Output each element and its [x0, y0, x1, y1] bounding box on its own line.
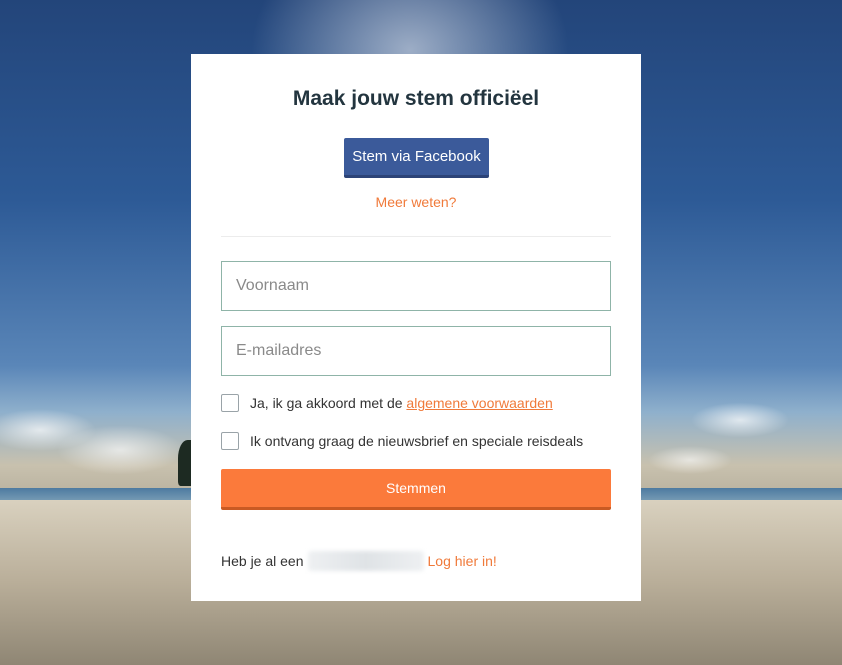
terms-checkbox[interactable] — [221, 394, 239, 412]
blurred-brand-text — [307, 551, 424, 571]
more-info-link[interactable]: Meer weten? — [191, 194, 641, 210]
terms-label: Ja, ik ga akkoord met de algemene voorwa… — [250, 395, 553, 411]
newsletter-row: Ik ontvang graag de nieuwsbrief en speci… — [221, 432, 583, 450]
terms-label-prefix: Ja, ik ga akkoord met de — [250, 395, 407, 411]
vote-form-card: Maak jouw stem officiëel Stem via Facebo… — [191, 54, 641, 601]
login-link[interactable]: Log hier in! — [428, 553, 497, 569]
login-prefix: Heb je al een — [221, 553, 304, 569]
newsletter-label: Ik ontvang graag de nieuwsbrief en speci… — [250, 433, 584, 449]
newsletter-checkbox[interactable] — [221, 432, 239, 450]
form-title: Maak jouw stem officiëel — [292, 87, 540, 110]
vote-submit-button[interactable]: Stemmen — [221, 469, 611, 510]
email-input[interactable] — [221, 326, 611, 376]
divider — [221, 236, 611, 237]
terms-link[interactable]: algemene voorwaarden — [406, 395, 552, 411]
facebook-vote-button[interactable]: Stem via Facebook — [344, 138, 489, 178]
login-row: Heb je al een Log hier in! — [221, 551, 497, 571]
first-name-input[interactable] — [221, 261, 611, 311]
terms-row: Ja, ik ga akkoord met de algemene voorwa… — [221, 394, 553, 412]
